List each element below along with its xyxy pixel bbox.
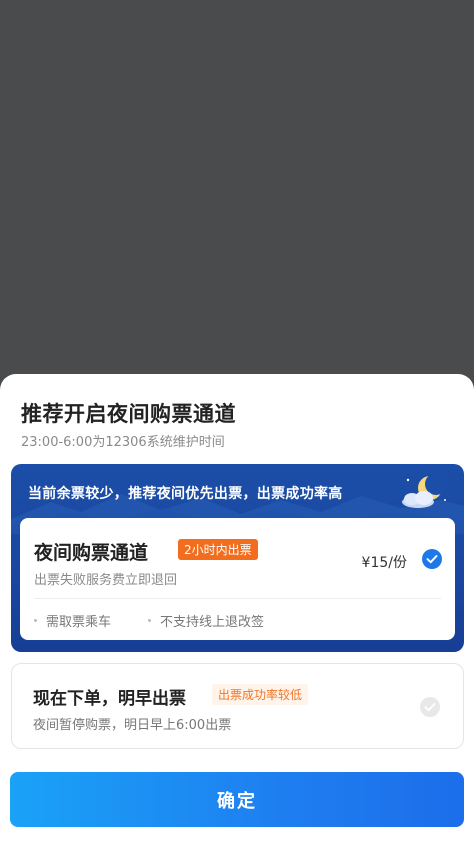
morning-option-card[interactable]: 现在下单，明早出票 出票成功率较低 夜间暂停购票，明日早上6:00出票 <box>11 663 464 749</box>
night-channel-card[interactable]: 当前余票较少，推荐夜间优先出票，出票成功率高 夜间购票通道 2小时内出票 出票失… <box>11 464 464 652</box>
moon-cloud-icon <box>402 473 447 508</box>
night-option-badge: 2小时内出票 <box>178 539 258 560</box>
confirm-button[interactable]: 确定 <box>10 772 464 827</box>
morning-option-title: 现在下单，明早出票 <box>33 689 186 709</box>
night-option-title: 夜间购票通道 <box>34 542 149 564</box>
bottom-sheet: 推荐开启夜间购票通道 23:00-6:00为12306系统维护时间 当前余票较少… <box>0 374 474 842</box>
check-unselected-icon[interactable] <box>420 697 440 717</box>
sheet-subtitle: 23:00-6:00为12306系统维护时间 <box>21 435 225 450</box>
night-option-price: ¥15/份 <box>361 555 407 571</box>
check-selected-icon[interactable] <box>422 549 442 569</box>
morning-option-description: 夜间暂停购票，明日早上6:00出票 <box>33 718 232 733</box>
night-option-description: 出票失败服务费立即退回 <box>34 573 178 588</box>
night-option-details[interactable]: 夜间购票通道 2小时内出票 出票失败服务费立即退回 ¥15/份 需取票乘车 不支… <box>20 518 455 640</box>
bullet-icon <box>34 619 37 622</box>
tag-item: 需取票乘车 <box>34 611 111 630</box>
bullet-icon <box>148 619 151 622</box>
tag-label: 不支持线上退改签 <box>160 615 265 630</box>
divider <box>34 598 441 599</box>
night-banner-text: 当前余票较少，推荐夜间优先出票，出票成功率高 <box>28 486 343 502</box>
tag-item: 不支持线上退改签 <box>148 611 264 630</box>
sheet-title: 推荐开启夜间购票通道 <box>21 402 236 426</box>
morning-option-badge: 出票成功率较低 <box>212 684 309 705</box>
tag-label: 需取票乘车 <box>46 615 112 630</box>
